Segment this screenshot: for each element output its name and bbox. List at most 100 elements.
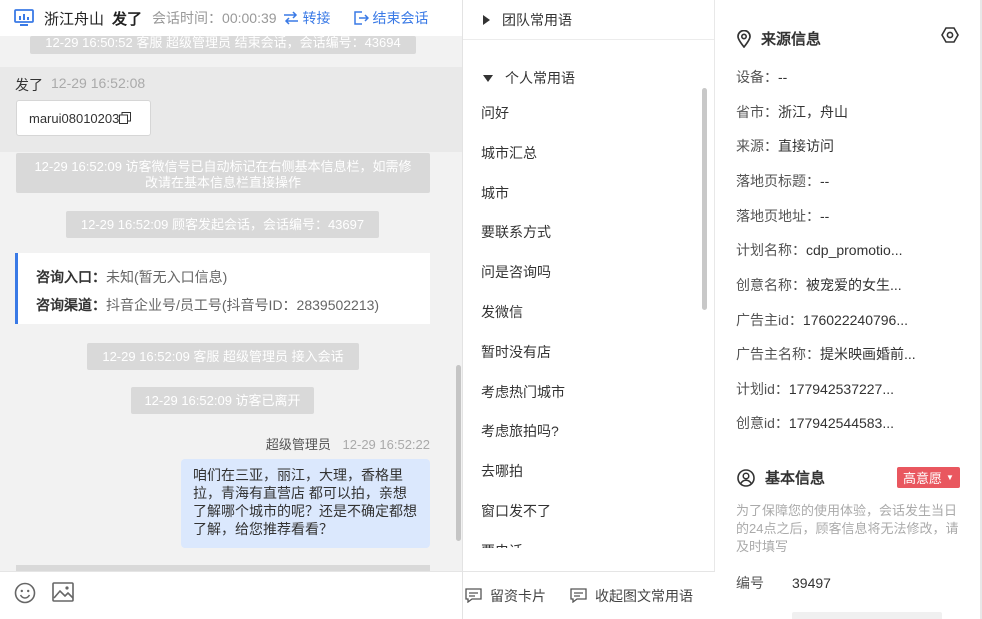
phrase-item[interactable]: 问是咨询吗 xyxy=(463,252,703,292)
info-key: 广告主名称： xyxy=(736,346,820,362)
phrase-item[interactable]: 问好 xyxy=(463,93,703,133)
visitor-name: 发了 xyxy=(112,10,143,28)
chat-scrollbar[interactable] xyxy=(456,365,461,541)
visitor-message-text: marui08010203 xyxy=(29,110,120,126)
chat-header: 浙江舟山 发了 会话时间：00:00:39 转接 结束会话 xyxy=(0,0,462,36)
customer-id-value: 39497 xyxy=(792,575,831,591)
intent-level-label: 高意愿 xyxy=(903,471,943,486)
info-key: 广告主id： xyxy=(736,312,803,328)
basic-info-note: 为了保障您的使用体验，会话发生当日的24点之后，顾客信息将无法修改，请及时填写 xyxy=(736,503,959,554)
info-row-plan-name: 计划名称：cdp_promotio... xyxy=(736,240,966,260)
visitor-message-time: 12-29 16:52:08 xyxy=(51,75,146,91)
phrase-item[interactable]: 城市汇总 xyxy=(463,133,703,173)
info-row-creative-name: 创意名称：被宠爱的女生... xyxy=(736,275,966,295)
consult-entry-row: 咨询入口：未知(暂无入口信息) xyxy=(36,263,430,291)
agent-message-meta: 超级管理员 12-29 16:52:22 xyxy=(266,434,430,453)
visitor-message-bubble[interactable]: marui08010203 xyxy=(16,100,151,136)
user-circle-icon xyxy=(737,468,755,487)
phrase-item[interactable]: 暂时没有店 xyxy=(463,332,703,372)
basic-info-field[interactable] xyxy=(792,612,942,619)
info-value: -- xyxy=(778,69,788,85)
consult-source-card: 咨询入口：未知(暂无入口信息) 咨询渠道：抖音企业号/员工号(抖音号ID：283… xyxy=(15,253,430,324)
info-value: 直接访问 xyxy=(778,138,834,154)
system-message: 12-29 16:52:09 顾客发起会话，会话编号：43697 xyxy=(66,211,379,238)
info-value: 176022240796... xyxy=(802,312,909,328)
info-row-province: 省市：浙江，舟山 xyxy=(736,102,966,122)
customer-id-row: 编号 39497 xyxy=(736,573,831,593)
info-value: -- xyxy=(820,173,830,189)
copy-icon[interactable] xyxy=(119,112,132,124)
info-key: 创意id： xyxy=(736,415,789,431)
info-key: 创意名称： xyxy=(736,277,806,293)
consult-entry-label: 咨询入口： xyxy=(36,269,106,285)
phrase-list: 问好 城市汇总 城市 要联系方式 问是咨询吗 发微信 暂时没有店 考虑热门城市 … xyxy=(463,93,703,548)
info-value: 浙江，舟山 xyxy=(778,104,848,120)
consult-channel-row: 咨询渠道：抖音企业号/员工号(抖音号ID：2839502213) xyxy=(36,291,430,319)
info-row-advertiser-id: 广告主id：176022240796... xyxy=(736,310,966,330)
info-value: 提米映画婚前... xyxy=(820,346,916,362)
visitor-sender-name: 发了 xyxy=(15,77,43,93)
phrase-group-personal-label: 个人常用语 xyxy=(505,70,575,86)
phrase-group-team-label: 团队常用语 xyxy=(502,11,572,28)
location-pin-icon xyxy=(737,29,751,48)
end-session-label: 结束会话 xyxy=(372,10,429,26)
phrase-scrollbar[interactable] xyxy=(702,88,707,310)
transfer-button[interactable]: 转接 xyxy=(283,8,331,28)
source-info-title: 来源信息 xyxy=(737,28,821,49)
info-row-landing-title: 落地页标题：-- xyxy=(736,171,966,191)
phrase-item[interactable]: 城市 xyxy=(463,173,703,213)
emoji-icon[interactable] xyxy=(14,582,36,604)
info-key: 落地页地址： xyxy=(736,208,820,224)
chat-toolbar xyxy=(0,571,462,619)
phrase-item[interactable]: 要联系方式 xyxy=(463,212,703,252)
info-value: 177942537227... xyxy=(788,381,895,397)
phrase-item[interactable]: 窗口发不了 xyxy=(463,491,703,531)
consult-entry-value: 未知(暂无入口信息) xyxy=(106,269,228,285)
phrases-panel: 团队常用语 个人常用语 问好 城市汇总 城市 要联系方式 问是咨询吗 发微信 暂… xyxy=(463,0,715,619)
phrase-item[interactable]: 要电话 xyxy=(463,531,703,548)
source-info-title-text: 来源信息 xyxy=(761,31,822,48)
phrase-item[interactable]: 发微信 xyxy=(463,292,703,332)
customer-id-label: 编号 xyxy=(736,575,764,591)
transfer-icon xyxy=(283,11,298,25)
chat-messages[interactable]: 12-29 16:50:52 客服 超级管理员 结束会话，会话编号：43694 … xyxy=(0,36,462,571)
transfer-label: 转接 xyxy=(302,10,331,26)
settings-hex-icon[interactable] xyxy=(941,26,959,44)
session-time: 会话时间：00:00:39 xyxy=(152,10,277,26)
info-value: -- xyxy=(820,208,830,224)
system-message: 12-29 16:50:52 客服 超级管理员 结束会话，会话编号：43694 xyxy=(30,36,416,54)
agent-message-bubble[interactable]: 咱们在三亚，丽江，大理，香格里拉，青海有直营店 都可以拍，亲想了解哪个城市的呢？… xyxy=(181,459,430,548)
info-value: 177942544583... xyxy=(788,415,895,431)
card-icon xyxy=(465,588,482,603)
collapse-phrases-button[interactable]: 收起图文常用语 xyxy=(570,586,693,606)
system-message: 12-29 16:52:09 访客微信号已自动标记在右侧基本信息栏，如需修改请在… xyxy=(16,153,430,193)
card-icon xyxy=(570,588,587,603)
info-row-advertiser-name: 广告主名称：提米映画婚前... xyxy=(736,344,966,364)
phrase-group-team[interactable]: 团队常用语 xyxy=(463,0,714,40)
end-session-button[interactable]: 结束会话 xyxy=(353,8,429,28)
info-key: 省市： xyxy=(736,104,778,120)
info-panel: 来源信息 设备：-- 省市：浙江，舟山 来源：直接访问 落地页标题：-- 落地页… xyxy=(715,0,982,619)
phrase-item[interactable]: 去哪拍 xyxy=(463,451,703,491)
caret-down-icon xyxy=(483,74,493,82)
info-key: 落地页标题： xyxy=(736,173,820,189)
system-message: 12-29 16:52:09 访客已离开 xyxy=(131,387,314,414)
visitor-message-row: 发了 12-29 16:52:08 marui08010203 xyxy=(0,67,462,152)
phrase-item[interactable]: 考虑旅拍吗? xyxy=(463,411,703,451)
visitor-location: 浙江舟山 xyxy=(44,10,105,28)
info-row-plan-id: 计划id：177942537227... xyxy=(736,379,966,399)
lead-card-label: 留资卡片 xyxy=(490,587,546,604)
phrase-item[interactable]: 考虑热门城市 xyxy=(463,372,703,412)
collapse-phrases-label: 收起图文常用语 xyxy=(595,587,693,604)
intent-level-dropdown[interactable]: 高意愿 ▼ xyxy=(897,467,960,488)
image-icon[interactable] xyxy=(52,582,74,602)
system-message: 12-29 16:52:09 客服 超级管理员 接入会话 xyxy=(87,343,359,370)
agent-name: 超级管理员 xyxy=(265,437,331,452)
info-key: 来源： xyxy=(736,138,778,154)
lead-card-button[interactable]: 留资卡片 xyxy=(465,586,546,606)
basic-info-title-text: 基本信息 xyxy=(765,470,826,487)
info-key: 设备： xyxy=(736,69,778,85)
info-row-source: 来源：直接访问 xyxy=(736,136,966,156)
info-row-device: 设备：-- xyxy=(736,67,966,87)
chat-panel: 浙江舟山 发了 会话时间：00:00:39 转接 结束会话 12-29 16:5… xyxy=(0,0,463,619)
